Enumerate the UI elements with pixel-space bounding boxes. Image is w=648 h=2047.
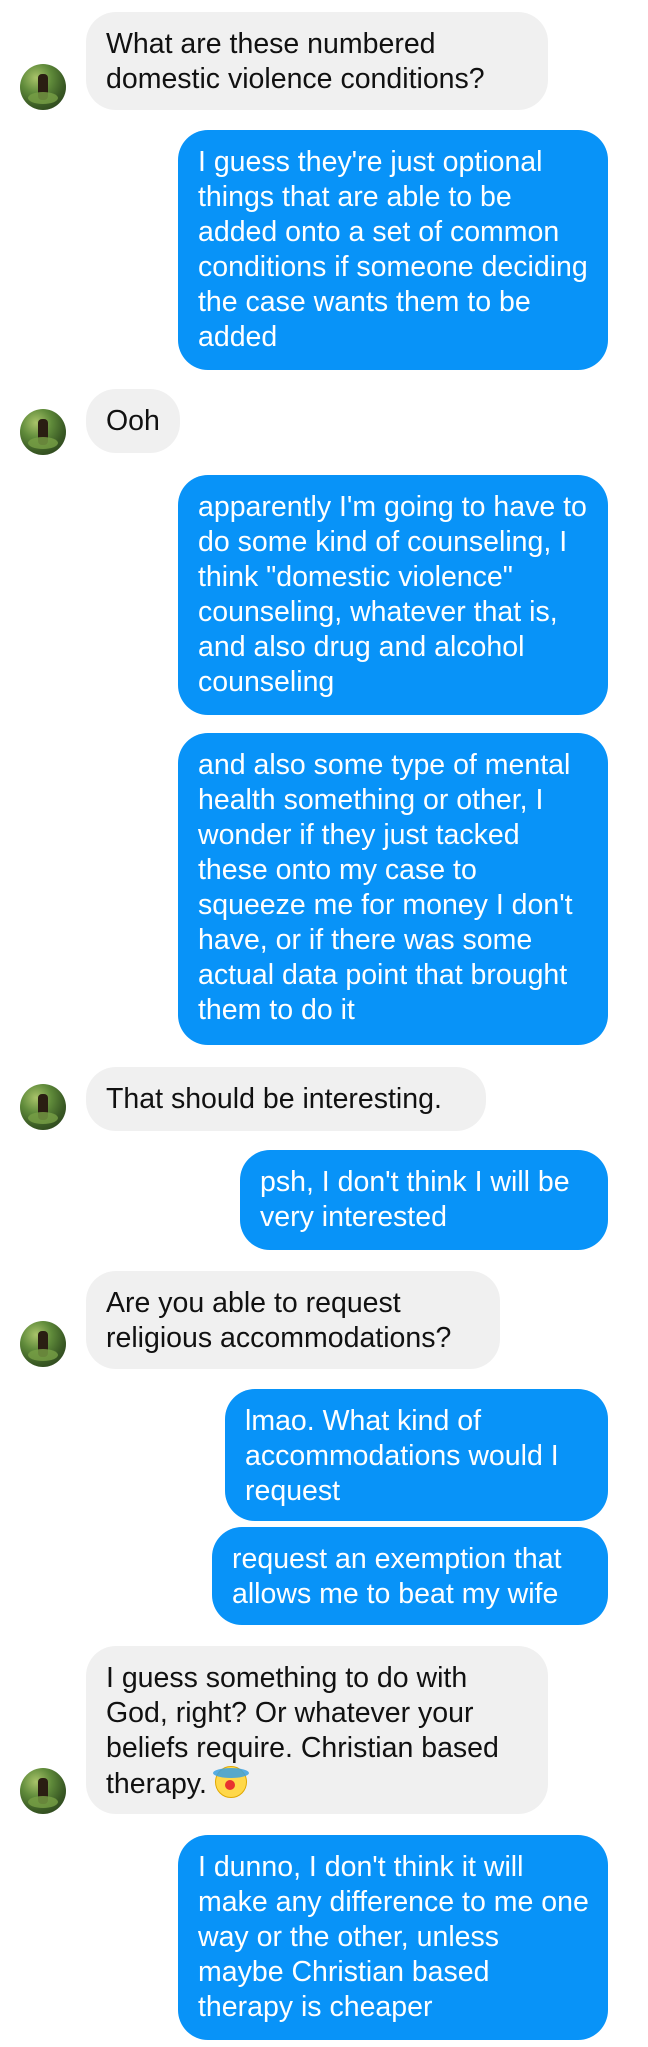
- incoming-message[interactable]: Are you able to request religious accomm…: [86, 1271, 500, 1369]
- outgoing-message[interactable]: psh, I don't think I will be very intere…: [240, 1150, 608, 1250]
- chat-thread: What are these numbered domestic violenc…: [0, 0, 648, 2047]
- outgoing-message[interactable]: I dunno, I don't think it will make any …: [178, 1835, 608, 2040]
- incoming-message[interactable]: Ooh: [86, 389, 180, 453]
- message-text: I guess something to do with God, right?…: [106, 1662, 499, 1800]
- contact-avatar[interactable]: [20, 1768, 66, 1814]
- outgoing-message[interactable]: I guess they're just optional things tha…: [178, 130, 608, 370]
- outgoing-message[interactable]: apparently I'm going to have to do some …: [178, 475, 608, 715]
- outgoing-message[interactable]: request an exemption that allows me to b…: [212, 1527, 608, 1625]
- contact-avatar[interactable]: [20, 64, 66, 110]
- contact-avatar[interactable]: [20, 409, 66, 455]
- incoming-message[interactable]: What are these numbered domestic violenc…: [86, 12, 548, 110]
- contact-avatar[interactable]: [20, 1321, 66, 1367]
- incoming-message[interactable]: That should be interesting.: [86, 1067, 486, 1131]
- outgoing-message[interactable]: and also some type of mental health some…: [178, 733, 608, 1045]
- contact-avatar[interactable]: [20, 1084, 66, 1130]
- incoming-message[interactable]: I guess something to do with God, right?…: [86, 1646, 548, 1814]
- clown-face-icon: [212, 1766, 249, 1798]
- outgoing-message[interactable]: lmao. What kind of accommodations would …: [225, 1389, 608, 1521]
